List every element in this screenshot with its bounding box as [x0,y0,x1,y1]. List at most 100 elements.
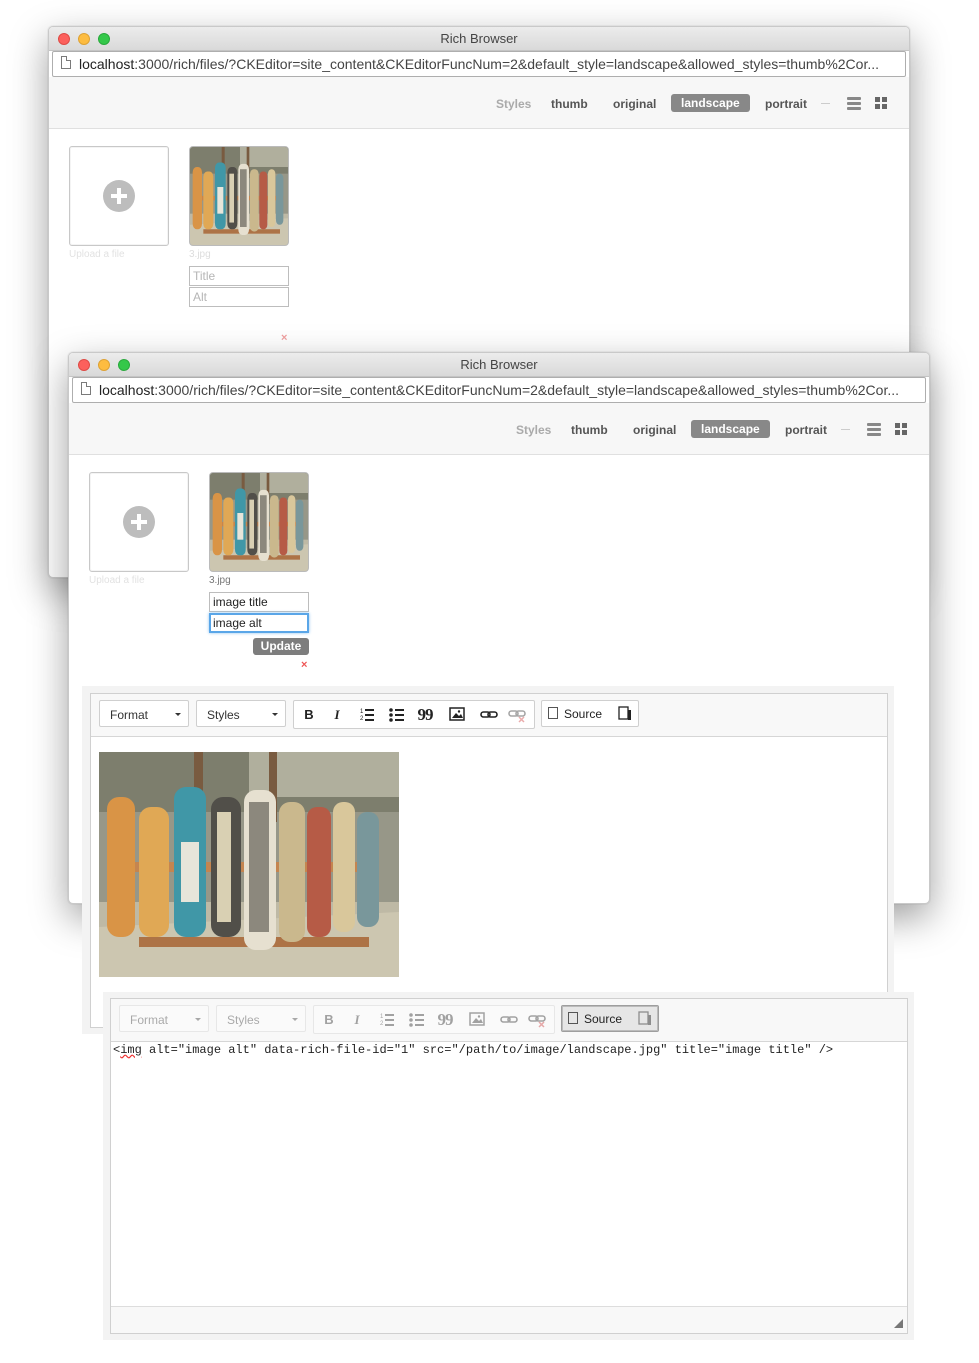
toolbar-separator [841,429,850,430]
styles-label: Styles [496,97,532,111]
link-icon[interactable] [478,706,500,723]
source-label: Source [584,1012,623,1026]
source-attributes: alt="image alt" data-rich-file-id="1" sr… [141,1043,834,1057]
file-name: 3.jpg [189,249,211,260]
url-rest: :3000/rich/files/?CKEditor=site_content&… [154,382,900,398]
source-tag: img [120,1043,142,1057]
inserted-image[interactable] [99,752,399,977]
svg-text:1: 1 [360,709,364,715]
style-landscape[interactable]: landscape [671,94,750,112]
editor-bottom-bar [111,1306,907,1333]
image-icon[interactable] [446,706,468,723]
delete-file-button[interactable]: × [281,332,287,344]
styles-label: Styles [207,708,240,722]
styles-toolbar: Styles thumb original landscape portrait [69,403,929,455]
url-text[interactable]: localhost:3000/rich/files/?CKEditor=site… [99,382,919,398]
italic-icon[interactable]: I [326,706,348,723]
resize-grip-icon[interactable] [894,1319,903,1328]
link-icon [500,1016,518,1023]
source-editor: Format Styles B I 12 99 Source <img alt=… [110,998,908,1334]
plus-icon [103,180,135,212]
address-bar[interactable]: localhost:3000/rich/files/?CKEditor=site… [52,51,906,77]
maximize-icon[interactable] [618,706,632,721]
title-bar: Rich Browser [49,27,909,51]
unlink-icon [528,1015,546,1028]
source-button[interactable]: Source [561,1005,659,1032]
source-icon [548,707,558,719]
grid-icon[interactable] [895,423,909,436]
upload-button[interactable] [89,472,189,572]
source-icon [568,1012,578,1024]
address-bar[interactable]: localhost:3000/rich/files/?CKEditor=site… [72,377,926,403]
image-icon [469,1012,485,1026]
file-thumbnail[interactable] [209,472,309,572]
formatting-group: B I 12 99 [313,1005,555,1034]
source-code[interactable]: <img alt="image alt" data-rich-file-id="… [113,1043,833,1057]
upload-button[interactable] [69,146,169,246]
style-thumb[interactable]: thumb [571,423,608,437]
url-host: localhost [79,56,135,72]
file-name: 3.jpg [209,575,231,586]
url-host: localhost [99,382,155,398]
blockquote-icon: 99 [437,1010,454,1029]
format-label: Format [130,1013,169,1027]
thumbnail-image [190,147,288,245]
source-button[interactable]: Source [541,700,639,727]
svg-text:2: 2 [360,716,364,722]
format-label: Format [110,708,149,722]
styles-dropdown: Styles [216,1005,306,1032]
format-dropdown[interactable]: Format [99,700,189,727]
style-landscape[interactable]: landscape [691,420,770,438]
url-text[interactable]: localhost:3000/rich/files/?CKEditor=site… [79,56,899,72]
update-button[interactable]: Update [253,638,309,655]
editor-toolbar: Format Styles B I 12 99 Source [91,694,887,737]
format-dropdown: Format [119,1005,209,1032]
bold-icon: B [324,1012,334,1027]
window-title: Rich Browser [460,357,538,372]
style-portrait[interactable]: portrait [765,97,807,111]
chevron-down-icon [292,1018,298,1021]
delete-file-button[interactable]: × [301,659,307,671]
unlink-icon[interactable] [506,706,528,723]
url-rest: :3000/rich/files/?CKEditor=site_content&… [134,56,880,72]
bold-icon[interactable]: B [298,706,320,723]
window-title: Rich Browser [440,31,518,46]
wysiwyg-editor: Format Styles B I 12 99 Source [90,693,888,1028]
bullet-list-icon [409,1013,424,1027]
source-label: Source [564,707,603,721]
chevron-down-icon [175,713,181,716]
toolbar-separator [821,103,830,104]
layers-icon[interactable] [867,423,881,436]
style-original[interactable]: original [613,97,656,111]
title-field[interactable]: image title [209,592,309,612]
chevron-down-icon [272,713,278,716]
svg-text:1: 1 [380,1014,384,1020]
numbered-list-icon: 12 [380,1014,394,1027]
upload-label: Upload a file [69,249,125,260]
alt-field[interactable]: Alt [189,287,289,307]
numbered-list-icon[interactable]: 12 [356,706,378,723]
upload-label: Upload a file [89,575,145,586]
grid-icon[interactable] [875,97,889,110]
styles-label: Styles [516,423,552,437]
file-icon [81,382,91,395]
styles-toolbar: Styles thumb original landscape portrait [49,77,909,129]
title-bar: Rich Browser [69,353,929,377]
style-portrait[interactable]: portrait [785,423,827,437]
file-thumbnail[interactable] [189,146,289,246]
svg-text:2: 2 [380,1021,384,1027]
alt-field[interactable]: image alt [209,613,309,633]
thumbnail-image [210,473,308,571]
maximize-icon[interactable] [638,1011,652,1026]
style-original[interactable]: original [633,423,676,437]
italic-icon: I [354,1012,360,1027]
title-field[interactable]: Title [189,266,289,286]
plus-icon [123,506,155,538]
styles-dropdown[interactable]: Styles [196,700,286,727]
style-thumb[interactable]: thumb [551,97,588,111]
styles-label: Styles [227,1013,260,1027]
layers-icon[interactable] [847,97,861,110]
formatting-group: B I 12 99 [293,700,535,729]
blockquote-icon[interactable]: 99 [414,706,436,723]
bullet-list-icon[interactable] [386,706,408,723]
